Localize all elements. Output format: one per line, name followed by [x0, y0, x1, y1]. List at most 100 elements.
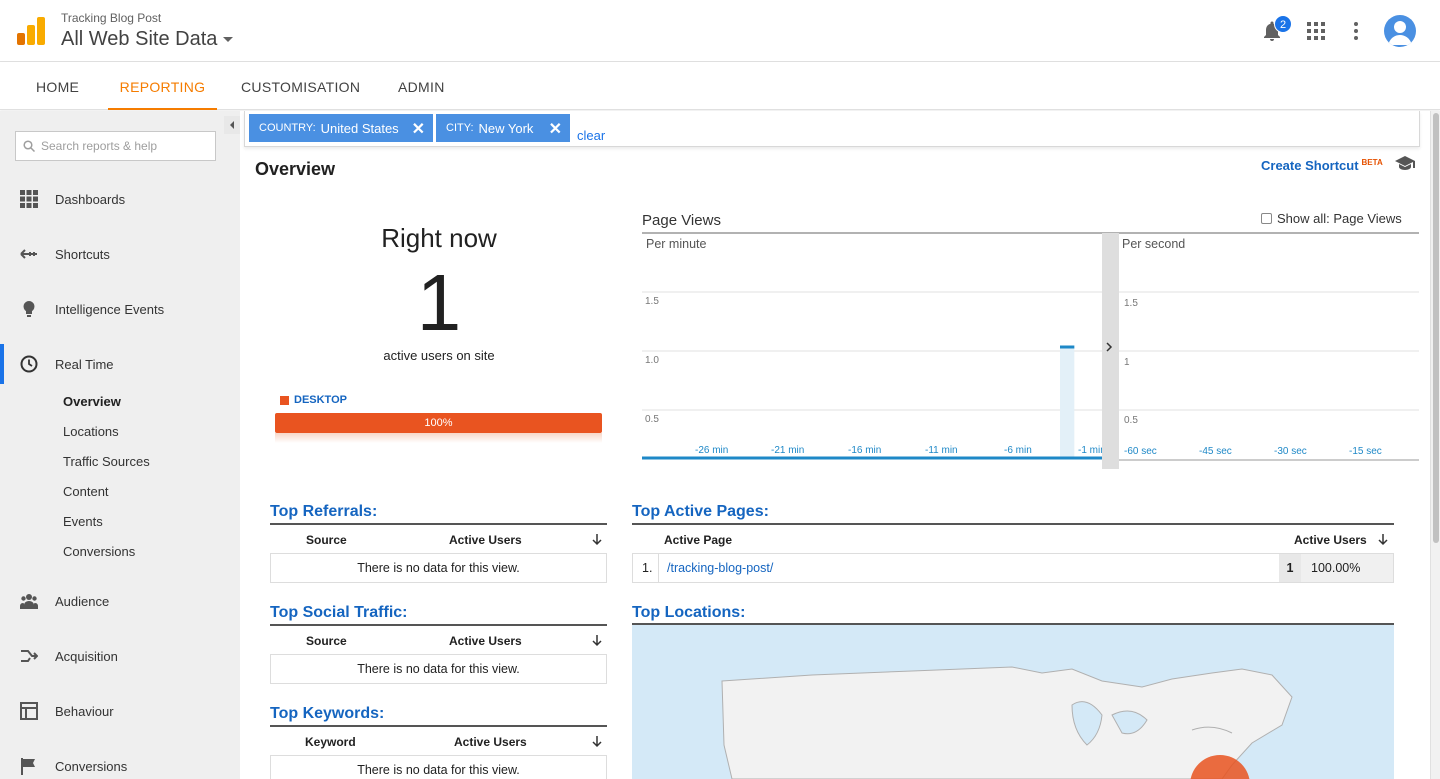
table-row[interactable]: 1. /tracking-blog-post/ 1 100.00% [632, 553, 1394, 583]
sidebar-item-label: Audience [55, 593, 110, 609]
sidebar-item-acquisition[interactable]: Acquisition [0, 636, 240, 676]
minute-ytick: 1.0 [645, 355, 659, 366]
close-icon[interactable]: ✕ [549, 119, 562, 139]
filter-value: New York [478, 120, 534, 136]
show-all-checkbox[interactable] [1261, 213, 1272, 224]
sort-down-arrow-icon[interactable] [1378, 534, 1388, 546]
sidebar-item-dashboards[interactable]: Dashboards [0, 179, 240, 219]
apps-grid-icon[interactable] [1307, 22, 1325, 40]
sidebar-item-label: Conversions [55, 758, 128, 774]
caret-down-icon [223, 37, 234, 42]
close-icon[interactable]: ✕ [412, 119, 425, 139]
sidebar-item-intelligence-events[interactable]: Intelligence Events [0, 289, 240, 329]
right-now-label: Right now [381, 223, 497, 253]
row-users: 1 [1279, 554, 1301, 582]
sidebar: Search reports & help Dashboards Shortcu… [0, 111, 240, 779]
chevron-left-icon [230, 121, 234, 129]
sidebar-subitem-locations[interactable]: Locations [63, 424, 119, 439]
col-source[interactable]: Source [306, 525, 347, 555]
col-active-users[interactable]: Active Users [449, 626, 522, 656]
lightbulb-icon [23, 301, 35, 317]
sidebar-item-audience[interactable]: Audience [0, 581, 240, 621]
search-input[interactable]: Search reports & help [15, 131, 216, 161]
pageviews-chart: Per minute Per second 1.5 1.0 0.5 1.5 1 … [642, 232, 1419, 469]
pageview-bar-top [1060, 345, 1075, 349]
col-keyword[interactable]: Keyword [305, 727, 356, 757]
create-shortcut-link[interactable]: Create Shortcut BETA [1261, 158, 1383, 173]
behaviour-layout-icon [20, 702, 38, 720]
account-name: Tracking Blog Post [61, 11, 162, 25]
sort-down-arrow-icon[interactable] [592, 534, 602, 546]
top-keywords-title: Top Keywords: [270, 705, 385, 722]
sidebar-subitem-conversions[interactable]: Conversions [63, 544, 135, 559]
col-active-page[interactable]: Active Page [664, 525, 732, 555]
tab-home[interactable]: HOME [36, 62, 79, 110]
tab-admin[interactable]: ADMIN [398, 62, 445, 110]
sort-down-arrow-icon[interactable] [592, 736, 602, 748]
view-selector-label: All Web Site Data [61, 28, 218, 50]
user-avatar-icon [1388, 21, 1412, 45]
col-source[interactable]: Source [306, 626, 347, 656]
no-data-message: There is no data for this view. [357, 561, 520, 575]
search-icon [23, 140, 35, 152]
second-ytick: 0.5 [1124, 415, 1138, 426]
sidebar-subitem-content[interactable]: Content [63, 484, 109, 499]
tab-reporting[interactable]: REPORTING [108, 62, 217, 110]
table-body: There is no data for this view. [270, 553, 607, 583]
sidebar-item-behaviour[interactable]: Behaviour [0, 691, 240, 731]
analytics-logo-icon[interactable] [17, 17, 45, 45]
col-active-users[interactable]: Active Users [454, 727, 527, 757]
sidebar-subitem-overview[interactable]: Overview [63, 394, 121, 409]
minute-xtick: -1 min [1078, 445, 1106, 456]
top-bar: Tracking Blog Post All Web Site Data 2 [0, 0, 1440, 62]
sidebar-item-label: Shortcuts [55, 246, 110, 262]
filter-value: United States [320, 120, 399, 136]
row-rank: 1. [633, 554, 659, 582]
scrollbar-thumb[interactable] [1433, 113, 1439, 543]
account-avatar[interactable] [1384, 15, 1416, 47]
sidebar-item-label: Real Time [55, 356, 114, 372]
pageview-bar[interactable] [1060, 345, 1075, 459]
page-scrollbar[interactable] [1430, 111, 1440, 779]
table-body: There is no data for this view. [270, 654, 607, 684]
clear-filters-link[interactable]: clear [577, 128, 605, 143]
filter-chip-country[interactable]: COUNTRY: United States ✕ [249, 114, 433, 142]
filter-key: CITY: [446, 122, 474, 134]
sidebar-item-real-time[interactable]: Real Time [0, 344, 240, 384]
more-vert-icon[interactable] [1352, 22, 1360, 40]
flag-icon [21, 758, 35, 775]
minute-xtick: -6 min [1004, 445, 1032, 456]
row-percent: 100.00% [1301, 554, 1393, 582]
top-referrals-table: Source Active Users There is no data for… [270, 523, 607, 583]
minute-ytick: 1.5 [645, 296, 659, 307]
locations-map[interactable] [632, 625, 1394, 779]
sidebar-item-conversions[interactable]: Conversions [0, 746, 240, 779]
sidebar-item-shortcuts[interactable]: Shortcuts [0, 234, 240, 274]
active-users-caption: active users on site [383, 348, 495, 363]
tab-customisation[interactable]: CUSTOMISATION [241, 62, 360, 110]
filter-chip-city[interactable]: CITY: New York ✕ [436, 114, 570, 142]
minute-xtick: -26 min [695, 445, 728, 456]
desktop-legend-swatch [280, 396, 289, 405]
show-all-toggle[interactable]: Show all: Page Views [1261, 211, 1402, 226]
per-second-label: Per second [1122, 237, 1185, 251]
pageviews-bars [1060, 345, 1075, 459]
second-ytick: 1 [1124, 357, 1130, 368]
minute-gridlines [642, 291, 1102, 411]
active-users-count: 1 [416, 258, 462, 347]
sidebar-collapse-button[interactable] [224, 116, 240, 134]
sidebar-subitem-traffic-sources[interactable]: Traffic Sources [63, 454, 150, 469]
no-data-message: There is no data for this view. [357, 763, 520, 777]
sidebar-subitem-events[interactable]: Events [63, 514, 103, 529]
top-locations-title: Top Locations: [632, 604, 746, 621]
view-selector[interactable]: All Web Site Data [61, 28, 234, 51]
graduation-cap-icon[interactable] [1394, 155, 1416, 171]
col-active-users[interactable]: Active Users [449, 525, 522, 555]
sort-down-arrow-icon[interactable] [592, 635, 602, 647]
minute-ytick: 0.5 [645, 414, 659, 425]
col-active-users[interactable]: Active Users [1294, 525, 1367, 555]
acquisition-arrows-icon [21, 650, 38, 662]
active-page-link[interactable]: /tracking-blog-post/ [659, 554, 1279, 582]
people-icon [20, 594, 38, 609]
table-body: There is no data for this view. [270, 755, 607, 779]
